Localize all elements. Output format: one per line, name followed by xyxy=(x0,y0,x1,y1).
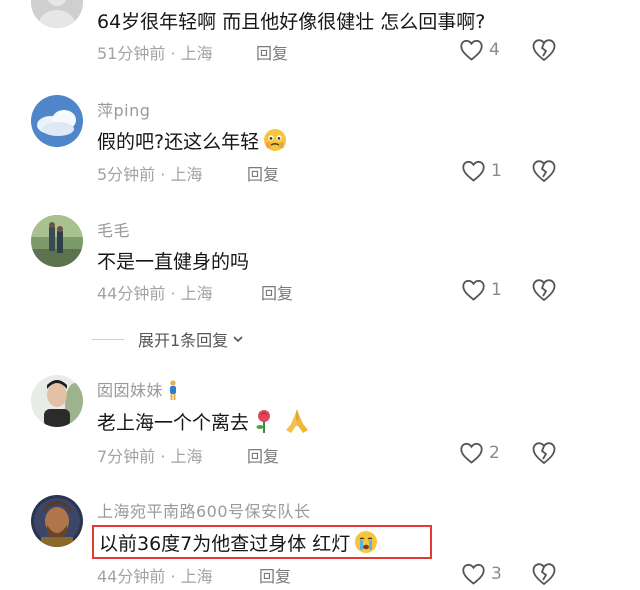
comment-meta: 51分钟前 · 上海 xyxy=(97,44,213,63)
like-count: 4 xyxy=(489,40,500,60)
broken-heart-icon xyxy=(532,39,556,62)
comment-meta: 5分钟前 · 上海 xyxy=(97,165,203,184)
like-count: 1 xyxy=(491,280,502,300)
expand-replies-label: 展开1条回复 xyxy=(138,331,229,350)
username[interactable]: 毛毛 xyxy=(97,217,130,241)
expand-replies-button[interactable]: 展开1条回复 xyxy=(92,326,244,352)
username[interactable]: 萍ping xyxy=(97,97,150,121)
broken-heart-icon xyxy=(532,160,556,183)
chevron-down-icon xyxy=(233,336,243,343)
dislike-button[interactable] xyxy=(531,441,557,465)
heart-outline-icon xyxy=(460,39,483,61)
avatar[interactable] xyxy=(31,215,83,267)
comment-meta: 7分钟前 · 上海 xyxy=(97,447,203,466)
dislike-button[interactable] xyxy=(531,562,557,586)
praying-hands-emoji-icon xyxy=(283,408,311,439)
standing-person-emoji-icon xyxy=(167,379,179,404)
like-count: 3 xyxy=(491,564,502,584)
heart-outline-icon xyxy=(462,160,485,182)
comment-meta: 44分钟前 · 上海 xyxy=(97,567,213,586)
avatar[interactable] xyxy=(31,495,83,547)
dislike-button[interactable] xyxy=(531,38,557,62)
like-button[interactable]: 1 xyxy=(461,278,521,302)
dislike-button[interactable] xyxy=(531,278,557,302)
avatar[interactable] xyxy=(31,0,83,28)
broken-heart-icon xyxy=(532,563,556,586)
like-button[interactable]: 1 xyxy=(461,159,521,183)
like-count: 1 xyxy=(491,161,502,181)
comment-text: 老上海一个个离去 xyxy=(97,408,311,439)
heart-outline-icon xyxy=(462,279,485,301)
crying-face-emoji-icon xyxy=(354,530,378,559)
comment-text: 不是一直健身的吗 xyxy=(97,251,250,273)
comment-text: 以前36度7为他查过身体 红灯 xyxy=(99,529,378,559)
like-count: 2 xyxy=(489,443,500,463)
broken-heart-icon xyxy=(532,442,556,465)
comment-text: 64岁很年轻啊 而且他好像很健壮 怎么回事啊? xyxy=(97,11,486,33)
avatar[interactable] xyxy=(31,95,83,147)
reply-button[interactable]: 回复 xyxy=(247,161,279,185)
comment-text: 假的吧?还这么年轻 xyxy=(97,127,287,157)
like-button[interactable]: 3 xyxy=(461,562,521,586)
reply-button[interactable]: 回复 xyxy=(256,40,288,64)
dislike-button[interactable] xyxy=(531,159,557,183)
username[interactable]: 上海宛平南路600号保安队长 xyxy=(97,498,311,522)
like-button[interactable]: 4 xyxy=(459,38,519,62)
divider xyxy=(92,338,124,340)
avatar[interactable] xyxy=(31,375,83,427)
username[interactable]: 囡囡妹妹 xyxy=(97,377,179,404)
reply-button[interactable]: 回复 xyxy=(259,563,291,587)
comment-meta: 44分钟前 · 上海 xyxy=(97,284,213,303)
rose-emoji-icon xyxy=(253,408,275,439)
reply-button[interactable]: 回复 xyxy=(261,280,293,304)
crying-face-emoji-icon xyxy=(263,128,287,157)
heart-outline-icon xyxy=(462,563,485,585)
like-button[interactable]: 2 xyxy=(459,441,519,465)
reply-button[interactable]: 回复 xyxy=(247,443,279,467)
heart-outline-icon xyxy=(460,442,483,464)
broken-heart-icon xyxy=(532,279,556,302)
